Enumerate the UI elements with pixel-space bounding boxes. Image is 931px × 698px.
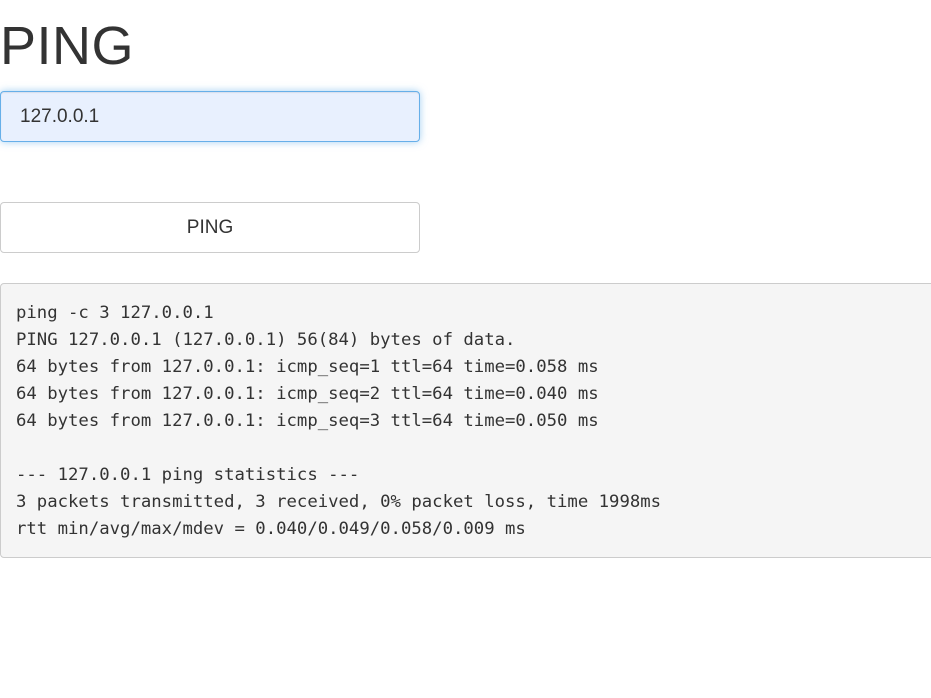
page-title: PING [0, 16, 135, 76]
output-line: 64 bytes from 127.0.0.1: icmp_seq=2 ttl=… [16, 384, 599, 404]
output-line: 3 packets transmitted, 3 received, 0% pa… [16, 492, 662, 512]
ping-output: ping -c 3 127.0.0.1 PING 127.0.0.1 (127.0… [0, 283, 931, 558]
output-line: PING 127.0.0.1 (127.0.0.1) 56(84) bytes … [16, 330, 516, 350]
output-line: 64 bytes from 127.0.0.1: icmp_seq=3 ttl=… [16, 411, 599, 431]
host-input[interactable] [0, 91, 420, 142]
output-line: ping -c 3 127.0.0.1 [16, 303, 214, 323]
ping-button[interactable]: PING [0, 202, 420, 253]
output-line: 64 bytes from 127.0.0.1: icmp_seq=1 ttl=… [16, 357, 599, 377]
output-line: rtt min/avg/max/mdev = 0.040/0.049/0.058… [16, 519, 526, 539]
output-line: --- 127.0.0.1 ping statistics --- [16, 465, 360, 485]
